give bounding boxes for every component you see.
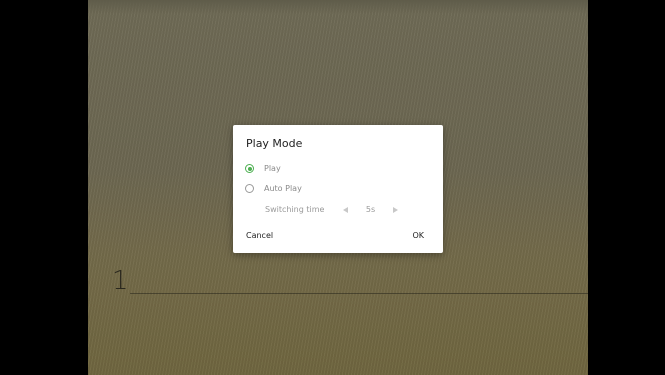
switching-time-row: Switching time 5s <box>265 205 398 214</box>
play-radio[interactable] <box>245 164 254 173</box>
dialog-title: Play Mode <box>246 137 303 150</box>
auto-play-radio[interactable] <box>245 184 254 193</box>
option-play-label: Play <box>264 164 281 173</box>
option-play[interactable]: Play <box>245 164 281 173</box>
play-mode-dialog: Play Mode Play Auto Play Switching time … <box>233 125 443 253</box>
switching-time-value: 5s <box>365 205 376 214</box>
switching-time-label: Switching time <box>265 205 325 214</box>
page-number: 1 <box>112 266 129 296</box>
increase-arrow-icon[interactable] <box>393 206 398 213</box>
cancel-button[interactable]: Cancel <box>246 231 273 240</box>
slideshow-screen: 1 Play Mode Play Auto Play Switching tim… <box>0 0 665 375</box>
option-auto-play[interactable]: Auto Play <box>245 184 302 193</box>
divider-line <box>130 293 588 294</box>
option-auto-play-label: Auto Play <box>264 184 302 193</box>
photo-top-shadow <box>88 0 588 14</box>
dialog-actions: Cancel OK <box>246 231 424 240</box>
ok-button[interactable]: OK <box>412 231 424 240</box>
